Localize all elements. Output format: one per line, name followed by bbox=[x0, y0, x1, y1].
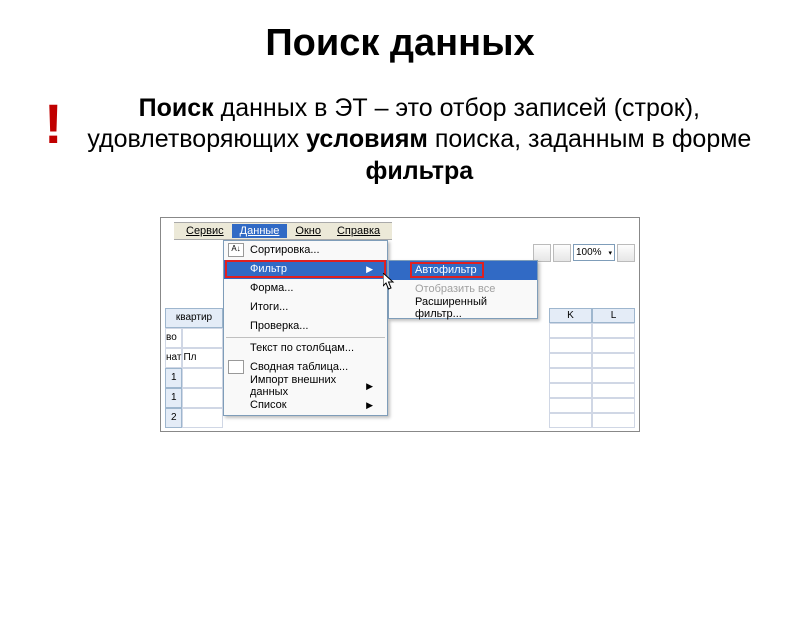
data-menu-dropdown: А↓ Сортировка... Фильтр ▶ Форма... Итоги… bbox=[223, 240, 388, 416]
submenu-item-advanced-filter[interactable]: Расширенный фильтр... bbox=[389, 299, 537, 318]
app-screenshot: Сервис Данные Окно Справка 100% ▾ кварти… bbox=[160, 217, 640, 432]
zoom-value: 100% bbox=[576, 247, 602, 258]
menu-item-subtotals[interactable]: Итоги... bbox=[224, 298, 387, 317]
menubar: Сервис Данные Окно Справка bbox=[174, 222, 392, 240]
menu-item-import-external[interactable]: Импорт внешних данных ▶ bbox=[224, 377, 387, 396]
toolbar-button[interactable] bbox=[553, 244, 571, 262]
submenu-arrow-icon: ▶ bbox=[366, 381, 373, 392]
submenu-arrow-icon: ▶ bbox=[366, 264, 373, 275]
chevron-down-icon: ▾ bbox=[608, 249, 612, 257]
submenu-arrow-icon: ▶ bbox=[366, 400, 373, 411]
sort-icon: А↓ bbox=[228, 243, 244, 257]
menu-item-form[interactable]: Форма... bbox=[224, 279, 387, 298]
menu-item-text-to-columns[interactable]: Текст по столбцам... bbox=[224, 339, 387, 358]
toolbar-button[interactable] bbox=[617, 244, 635, 262]
toolbar-fragment: 100% ▾ bbox=[533, 242, 635, 264]
menu-service[interactable]: Сервис bbox=[178, 224, 232, 238]
menu-data[interactable]: Данные bbox=[232, 224, 288, 238]
definition-text: Поиск данных в ЭТ – это отбор записей (с… bbox=[83, 93, 756, 187]
zoom-combo[interactable]: 100% ▾ bbox=[573, 244, 615, 261]
sheet-right-fragment: K L bbox=[549, 308, 635, 428]
menu-item-validation[interactable]: Проверка... bbox=[224, 317, 387, 336]
pivot-icon bbox=[228, 360, 244, 374]
definition-row: ! Поиск данных в ЭТ – это отбор записей … bbox=[0, 93, 800, 187]
submenu-item-autofilter[interactable]: Автофильтр bbox=[389, 261, 537, 280]
exclamation-mark: ! bbox=[44, 96, 63, 152]
slide-title: Поиск данных bbox=[0, 22, 800, 65]
menu-item-list[interactable]: Список ▶ bbox=[224, 396, 387, 415]
menu-item-filter[interactable]: Фильтр ▶ bbox=[224, 260, 387, 279]
menu-window[interactable]: Окно bbox=[287, 224, 329, 238]
filter-submenu: Автофильтр Отобразить все Расширенный фи… bbox=[388, 260, 538, 319]
menu-item-sort[interactable]: А↓ Сортировка... bbox=[224, 241, 387, 260]
sheet-left-fragment: квартир во натПл 1 1 2 bbox=[165, 308, 223, 428]
menu-help[interactable]: Справка bbox=[329, 224, 388, 238]
